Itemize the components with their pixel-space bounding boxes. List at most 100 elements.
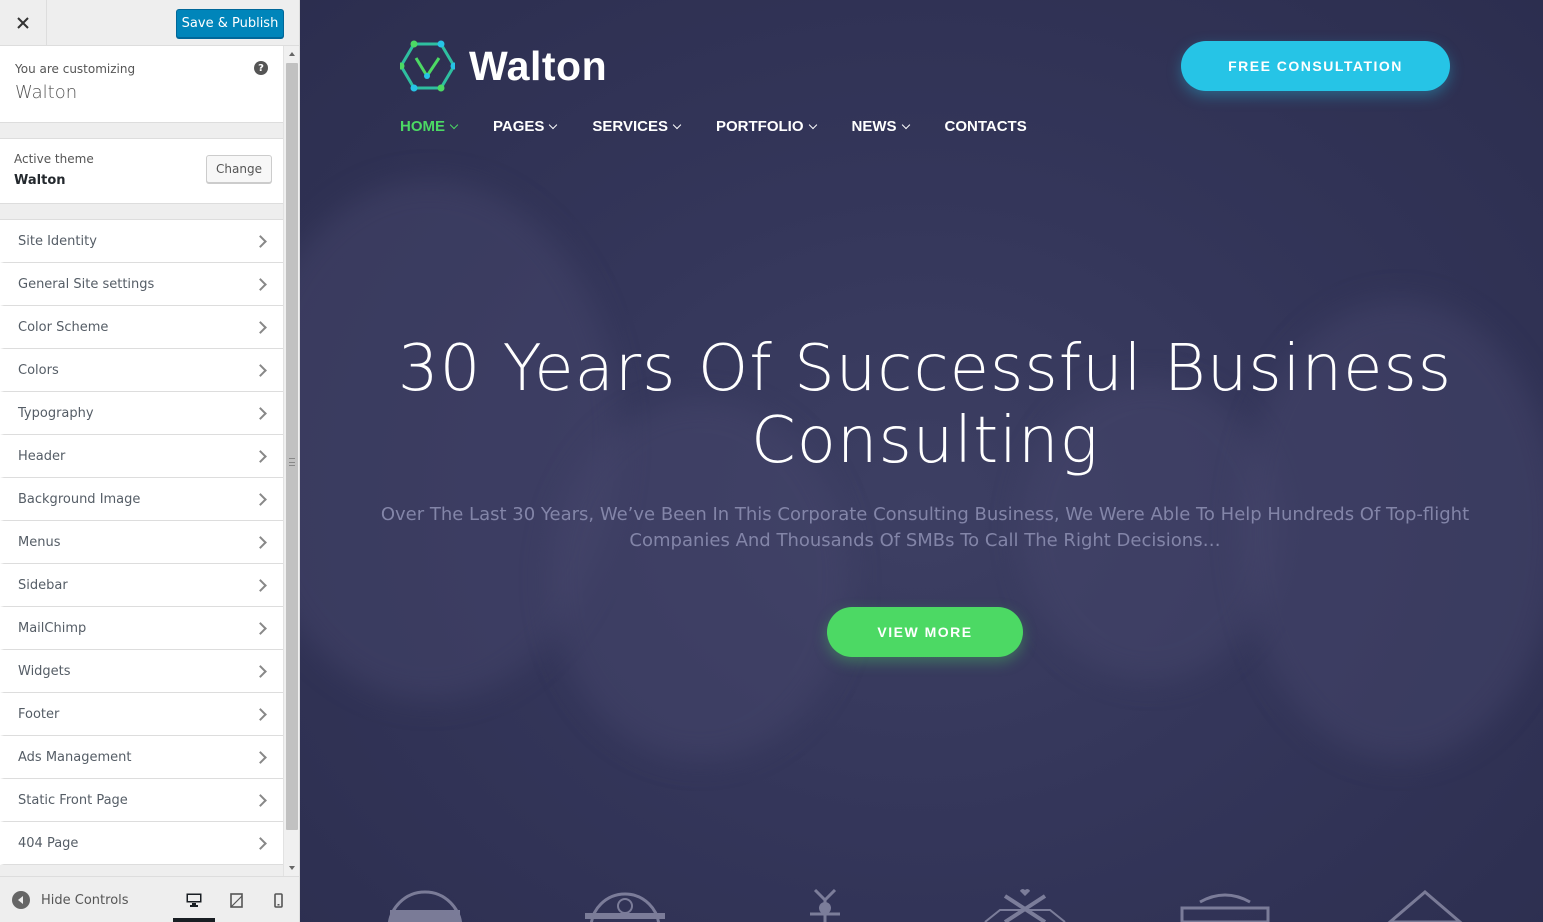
customizing-info: You are customizing Walton ?	[0, 46, 283, 123]
section-general-site-settings[interactable]: General Site settings	[0, 263, 283, 306]
section-typography[interactable]: Typography	[0, 392, 283, 435]
close-customizer-button[interactable]	[0, 0, 47, 46]
partner-badge-icon	[1180, 893, 1270, 922]
chevron-down-icon	[672, 120, 682, 129]
chevron-right-icon	[254, 363, 267, 377]
chevron-right-icon	[254, 793, 267, 807]
logo-text: Walton	[469, 42, 608, 89]
chevron-right-icon	[254, 492, 267, 506]
section-label: Typography	[18, 405, 94, 421]
nav-item-portfolio[interactable]: PORTFOLIO	[716, 118, 817, 135]
nav-item-services[interactable]: SERVICES	[592, 118, 682, 135]
hide-controls-label: Hide Controls	[41, 892, 129, 908]
preview-mobile-button[interactable]	[267, 891, 289, 909]
customizer-sidebar: Save & Publish You are customizing Walto…	[0, 0, 300, 922]
chevron-right-icon	[254, 449, 267, 463]
section-label: General Site settings	[18, 276, 155, 292]
section-header[interactable]: Header	[0, 435, 283, 478]
section-static-front-page[interactable]: Static Front Page	[0, 779, 283, 822]
chevron-right-icon	[254, 836, 267, 850]
section-label: MailChimp	[18, 620, 87, 636]
partner-badge-icon	[387, 890, 463, 922]
partner-badge-icon	[585, 892, 665, 922]
section-list: Site Identity General Site settings Colo…	[0, 219, 283, 865]
nav-item-news[interactable]: NEWS	[852, 118, 910, 135]
partner-badge-icon	[810, 888, 840, 922]
help-icon[interactable]: ?	[254, 61, 268, 75]
customizer-header: Save & Publish	[0, 0, 299, 46]
preview-desktop-button[interactable]	[183, 891, 205, 909]
customizing-label: You are customizing	[15, 62, 136, 76]
mobile-icon	[273, 892, 283, 908]
grip-icon	[289, 458, 295, 466]
section-label: Sidebar	[18, 577, 68, 593]
section-color-scheme[interactable]: Color Scheme	[0, 306, 283, 349]
save-publish-button[interactable]: Save & Publish	[176, 9, 284, 38]
section-label: Menus	[18, 534, 61, 550]
section-widgets[interactable]: Widgets	[0, 650, 283, 693]
section-site-identity[interactable]: Site Identity	[0, 220, 283, 263]
collapse-arrow-icon	[12, 891, 30, 909]
section-sidebar[interactable]: Sidebar	[0, 564, 283, 607]
section-label: Colors	[18, 362, 59, 378]
customizer-panel: You are customizing Walton ? Active them…	[0, 46, 283, 876]
partner-badge-icon	[984, 889, 1066, 922]
site-title: Walton	[15, 82, 78, 103]
section-label: Site Identity	[18, 233, 97, 249]
partner-badge-icon	[1387, 890, 1463, 922]
hero-subtitle-line: Companies And Thousands Of SMBs To Call …	[629, 530, 1221, 551]
scroll-up-arrow[interactable]	[284, 46, 299, 62]
nav-label: PAGES	[493, 118, 545, 135]
site-logo[interactable]: Walton	[400, 40, 607, 92]
triangle-up-icon	[289, 52, 295, 56]
nav-label: HOME	[400, 118, 445, 135]
nav-item-home[interactable]: HOME	[400, 118, 459, 135]
hexagon-logo-icon	[400, 40, 455, 92]
change-theme-button[interactable]: Change	[206, 155, 272, 183]
scroll-down-arrow[interactable]	[284, 860, 299, 876]
hero-title: 30 Years Of Successful Business Consulti…	[300, 333, 1543, 477]
section-menus[interactable]: Menus	[0, 521, 283, 564]
nav-item-pages[interactable]: PAGES	[493, 118, 558, 135]
chevron-right-icon	[254, 750, 267, 764]
section-404-page[interactable]: 404 Page	[0, 822, 283, 865]
close-icon	[17, 17, 29, 29]
section-footer[interactable]: Footer	[0, 693, 283, 736]
active-device-indicator	[173, 918, 215, 922]
chevron-right-icon	[254, 707, 267, 721]
view-more-button[interactable]: VIEW MORE	[827, 607, 1023, 657]
hero-subtitle: Over The Last 30 Years, We’ve Been In Th…	[340, 502, 1510, 554]
site-preview: Walton FREE CONSULTATION HOME PAGES SERV…	[300, 0, 1543, 922]
desktop-icon	[186, 893, 202, 907]
chevron-right-icon	[254, 578, 267, 592]
hero-title-line: 30 Years Of Successful Business	[397, 332, 1453, 406]
chevron-right-icon	[254, 406, 267, 420]
scrollbar-thumb[interactable]	[286, 63, 298, 830]
nav-item-contacts[interactable]: CONTACTS	[945, 118, 1027, 135]
section-label: Widgets	[18, 663, 71, 679]
section-label: Footer	[18, 706, 60, 722]
active-theme-box: Active theme Walton Change	[0, 138, 283, 204]
tablet-icon	[229, 892, 243, 908]
chevron-down-icon	[549, 120, 558, 129]
section-colors[interactable]: Colors	[0, 349, 283, 392]
sidebar-scrollbar[interactable]	[283, 46, 299, 876]
nav-label: PORTFOLIO	[716, 118, 804, 135]
chevron-right-icon	[254, 535, 267, 549]
section-label: Header	[18, 448, 66, 464]
main-navigation: HOME PAGES SERVICES PORTFOLIO NEWS CONTA…	[400, 118, 1063, 135]
section-mailchimp[interactable]: MailChimp	[0, 607, 283, 650]
chevron-right-icon	[254, 320, 267, 334]
section-ads-management[interactable]: Ads Management	[0, 736, 283, 779]
hero-subtitle-line: Over The Last 30 Years, We’ve Been In Th…	[380, 504, 1470, 525]
free-consultation-button[interactable]: FREE CONSULTATION	[1181, 41, 1450, 91]
section-label: Color Scheme	[18, 319, 109, 335]
section-background-image[interactable]: Background Image	[0, 478, 283, 521]
nav-label: CONTACTS	[944, 118, 1027, 135]
chevron-right-icon	[254, 234, 267, 248]
chevron-down-icon	[808, 120, 817, 129]
hide-controls-button[interactable]: Hide Controls	[12, 889, 129, 911]
chevron-right-icon	[254, 664, 267, 678]
nav-label: SERVICES	[592, 118, 668, 135]
preview-tablet-button[interactable]	[225, 891, 247, 909]
